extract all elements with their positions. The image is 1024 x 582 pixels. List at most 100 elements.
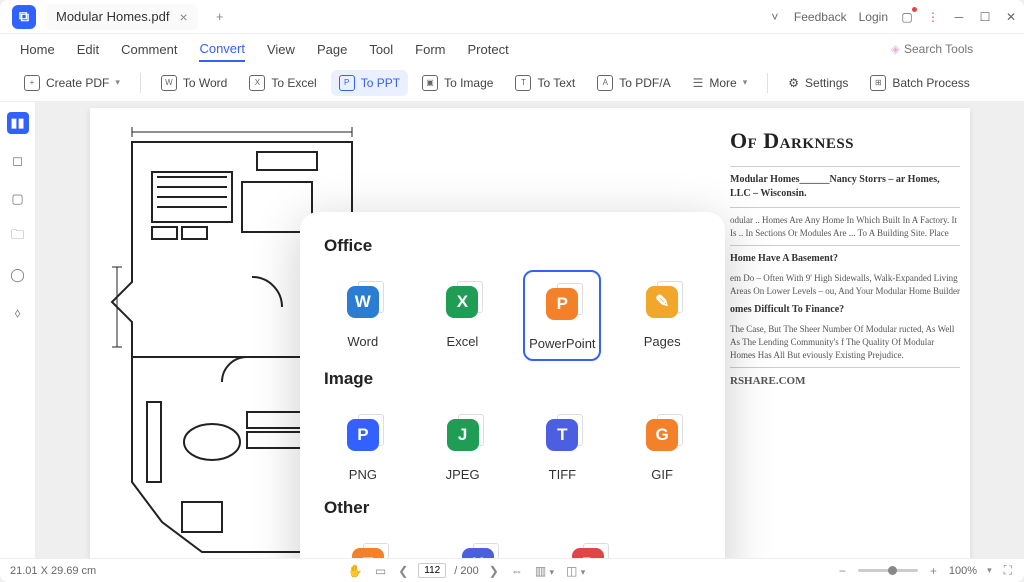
convert-option-pages[interactable]: ✎ Pages xyxy=(623,270,701,361)
login-link[interactable]: Login xyxy=(859,10,888,24)
page-total: / 200 xyxy=(454,565,478,577)
prev-page-icon[interactable]: ❮ xyxy=(396,564,410,578)
fullscreen-icon[interactable]: ⛶ xyxy=(1002,563,1014,578)
zoom-out-icon[interactable]: − xyxy=(837,564,848,578)
file-icon: T xyxy=(538,411,586,459)
feedback-link[interactable]: Feedback xyxy=(794,10,847,24)
gear-icon: ⚙ xyxy=(788,76,799,90)
to-pdfa-button[interactable]: ATo PDF/A xyxy=(589,70,678,96)
menu-home[interactable]: Home xyxy=(20,42,55,57)
file-icon: T xyxy=(344,540,392,558)
menu-view[interactable]: View xyxy=(267,42,295,57)
page-number-input[interactable] xyxy=(418,563,446,578)
settings-button[interactable]: ⚙Settings xyxy=(780,71,856,95)
to-ppt-button[interactable]: PTo PPT xyxy=(331,70,408,96)
titlebar: ⧉ Modular Homes.pdf × + ˅ Feedback Login… xyxy=(0,0,1024,34)
option-label: Excel xyxy=(447,334,479,349)
file-icon: X xyxy=(438,278,486,326)
app-logo[interactable]: ⧉ xyxy=(12,5,36,29)
convert-option-text[interactable]: TText xyxy=(324,532,412,558)
option-label: PowerPoint xyxy=(529,336,595,351)
zoom-level[interactable]: 100% xyxy=(949,565,977,577)
convert-option-rtf[interactable]: RRTF xyxy=(544,532,632,558)
option-label: PNG xyxy=(349,467,377,482)
menu-comment[interactable]: Comment xyxy=(121,42,177,57)
hand-tool-icon[interactable]: ✋ xyxy=(346,564,365,578)
create-pdf-button[interactable]: +Create PDF ▾ xyxy=(16,70,128,96)
layout-icon[interactable]: ▥ ▾ xyxy=(533,564,556,578)
convert-option-excel[interactable]: X Excel xyxy=(424,270,502,361)
menu-dots-icon[interactable]: ⋮ xyxy=(926,10,940,24)
to-excel-button[interactable]: XTo Excel xyxy=(241,70,324,96)
image-grid: P PNG J JPEG T TIFF GGIF xyxy=(324,403,701,490)
attachments-icon[interactable]: 🗀 xyxy=(7,226,29,248)
file-icon: P xyxy=(339,411,387,459)
menu-protect[interactable]: Protect xyxy=(468,42,509,57)
minimize-button[interactable]: ─ xyxy=(952,10,966,24)
file-icon: J xyxy=(439,411,487,459)
comments-icon[interactable]: ▢ xyxy=(7,188,29,210)
tab-title: Modular Homes.pdf xyxy=(56,9,169,24)
bookmark-icon[interactable]: ◻ xyxy=(7,150,29,172)
convert-option-html[interactable]: HHTML xyxy=(434,532,522,558)
section-office-title: Office xyxy=(324,236,701,256)
search-tools[interactable]: ◈ xyxy=(891,42,1004,56)
convert-option-gif[interactable]: GGIF xyxy=(623,403,701,490)
to-word-button[interactable]: WTo Word xyxy=(153,70,235,96)
maximize-button[interactable]: ☐ xyxy=(978,10,992,24)
file-icon: P xyxy=(538,280,586,328)
zoom-in-icon[interactable]: + xyxy=(928,564,939,578)
option-label: JPEG xyxy=(446,467,480,482)
view-mode-icon[interactable]: ◫ ▾ xyxy=(564,564,587,578)
divider xyxy=(140,73,141,93)
menu-convert[interactable]: Convert xyxy=(199,41,245,62)
content-area: ▮▮ ◻ ▢ 🗀 ◯ ⬨ xyxy=(0,102,1024,558)
add-tab-button[interactable]: + xyxy=(208,5,232,29)
option-label: Word xyxy=(347,334,378,349)
other-grid: TText HHTML RRTF xyxy=(324,532,701,558)
section-image-title: Image xyxy=(324,369,701,389)
convert-popup: Office W Word X Excel P PowerPoint ✎ Pages Imag… xyxy=(300,212,725,558)
option-label: Pages xyxy=(644,334,681,349)
file-icon: H xyxy=(454,540,502,558)
notification-icon[interactable]: ▢ xyxy=(900,10,914,24)
dropdown-icon[interactable]: ˅ xyxy=(768,10,782,24)
close-icon[interactable]: × xyxy=(179,9,187,25)
more-button[interactable]: ☰ More ▾ xyxy=(685,71,756,95)
search-icon[interactable]: ◯ xyxy=(7,264,29,286)
menu-form[interactable]: Form xyxy=(415,42,445,57)
option-label: TIFF xyxy=(549,467,576,482)
option-label: GIF xyxy=(651,467,673,482)
convert-option-png[interactable]: P PNG xyxy=(324,403,402,490)
file-icon: ✎ xyxy=(638,278,686,326)
toolbar: +Create PDF ▾ WTo Word XTo Excel PTo PPT… xyxy=(0,64,1024,102)
menu-page[interactable]: Page xyxy=(317,42,347,57)
menu-edit[interactable]: Edit xyxy=(77,42,99,57)
layers-icon[interactable]: ⬨ xyxy=(7,302,29,324)
left-sidebar: ▮▮ ◻ ▢ 🗀 ◯ ⬨ xyxy=(0,102,36,558)
menu-tool[interactable]: Tool xyxy=(369,42,393,57)
next-page-icon[interactable]: ❯ xyxy=(487,564,501,578)
select-tool-icon[interactable]: ▭ xyxy=(373,564,388,578)
to-text-button[interactable]: TTo Text xyxy=(507,70,583,96)
document-text: Of Darkness Modular Homes______Nancy Sto… xyxy=(730,128,960,396)
diamond-icon: ◈ xyxy=(891,42,900,56)
zoom-slider[interactable] xyxy=(858,569,918,572)
app-window: ⧉ Modular Homes.pdf × + ˅ Feedback Login… xyxy=(0,0,1024,582)
convert-option-powerpoint[interactable]: P PowerPoint xyxy=(523,270,601,361)
file-icon: W xyxy=(339,278,387,326)
batch-process-button[interactable]: ⊞Batch Process xyxy=(862,70,977,96)
convert-option-tiff[interactable]: T TIFF xyxy=(524,403,602,490)
fit-width-icon[interactable]: ⇔ xyxy=(509,564,525,578)
menubar: Home Edit Comment Convert View Page Tool… xyxy=(0,34,1024,64)
thumbnails-icon[interactable]: ▮▮ xyxy=(7,112,29,134)
close-button[interactable]: ✕ xyxy=(1004,10,1018,24)
search-tools-input[interactable] xyxy=(904,42,1004,56)
convert-option-jpeg[interactable]: J JPEG xyxy=(424,403,502,490)
divider xyxy=(767,73,768,93)
doc-heading: Of Darkness xyxy=(730,128,960,154)
document-tab[interactable]: Modular Homes.pdf × xyxy=(46,4,198,30)
to-image-button[interactable]: ▣To Image xyxy=(414,70,501,96)
convert-option-word[interactable]: W Word xyxy=(324,270,402,361)
file-icon: R xyxy=(564,540,612,558)
